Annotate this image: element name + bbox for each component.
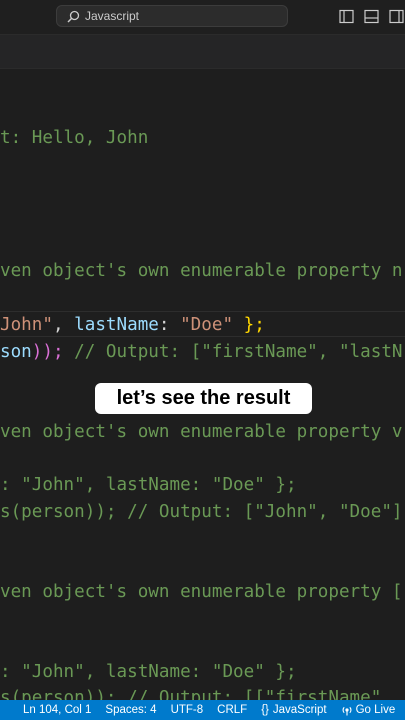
code-line: s(person)); // Output: ["John", "Doe"] [0, 502, 403, 522]
indentation-setting[interactable]: Spaces: 4 [98, 704, 163, 716]
video-caption: let’s see the result [95, 383, 312, 414]
breadcrumb [0, 69, 405, 91]
status-bar: Ln 104, Col 1 Spaces: 4 UTF-8 CRLF {} Ja… [0, 700, 405, 720]
language-label: JavaScript [272, 704, 327, 716]
code-line: ven object's own enumerable property v [0, 422, 403, 442]
toggle-primary-sidebar-icon[interactable] [338, 8, 355, 25]
code-line: ven object's own enumerable property n [0, 261, 403, 281]
encoding-setting[interactable]: UTF-8 [164, 704, 211, 716]
go-live-label: Go Live [355, 704, 396, 716]
go-live-button[interactable]: Go Live [334, 704, 403, 716]
code-line: : "John", lastName: "Doe" }; [0, 662, 297, 682]
layout-controls [338, 8, 405, 26]
code-line: t: Hello, John [0, 128, 149, 148]
toggle-secondary-sidebar-icon[interactable] [388, 8, 405, 25]
command-center-search[interactable]: Javascript [56, 5, 288, 27]
editor-tab-bar [0, 35, 405, 69]
toggle-panel-icon[interactable] [363, 8, 380, 25]
braces-icon: {} [261, 704, 269, 716]
search-icon [67, 10, 80, 23]
search-label: Javascript [85, 9, 140, 23]
code-line: son)); // Output: ["firstName", "lastN [0, 342, 403, 362]
title-bar: Javascript [0, 0, 405, 35]
code-line: ven object's own enumerable property [ [0, 582, 403, 602]
code-line: : "John", lastName: "Doe" }; [0, 475, 297, 495]
broadcast-icon [342, 706, 352, 716]
eol-setting[interactable]: CRLF [210, 704, 254, 716]
code-line: John", lastName: "Doe" }; [0, 315, 265, 335]
cursor-position[interactable]: Ln 104, Col 1 [16, 704, 98, 716]
code-line: s(person)); // Output: [["firstName", [0, 688, 392, 700]
language-mode[interactable]: {} JavaScript [254, 704, 333, 716]
